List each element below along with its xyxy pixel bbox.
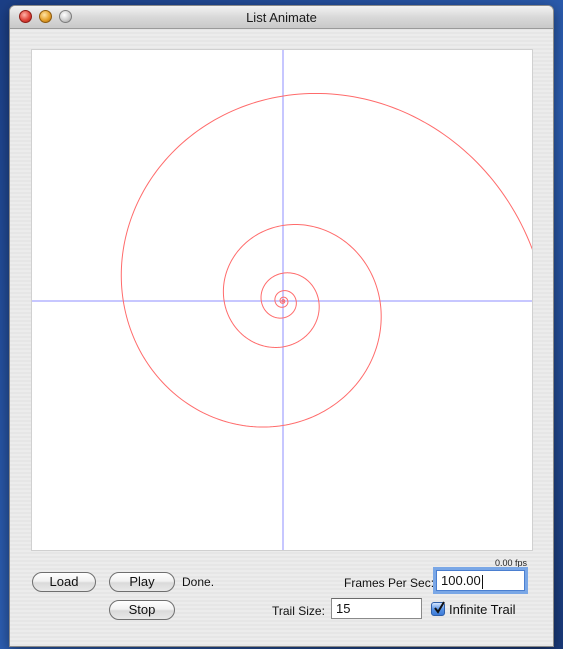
text-caret bbox=[481, 574, 483, 589]
infinite-trail-checkbox[interactable] bbox=[431, 601, 445, 616]
stop-button[interactable]: Stop bbox=[109, 600, 175, 620]
play-button[interactable]: Play bbox=[109, 572, 175, 592]
trail-size-label: Trail Size: bbox=[272, 604, 325, 618]
frames-per-sec-field[interactable]: 100.00 bbox=[436, 570, 525, 591]
checkmark-icon bbox=[434, 601, 445, 614]
load-button[interactable]: Load bbox=[32, 572, 96, 592]
animation-canvas bbox=[31, 49, 533, 551]
title-bar[interactable]: List Animate bbox=[10, 6, 553, 29]
app-window: List Animate 0.00 fps Load Play Done. St… bbox=[9, 5, 554, 647]
spiral-plot bbox=[32, 50, 532, 550]
infinite-trail-label: Infinite Trail bbox=[449, 602, 516, 617]
frames-per-sec-value: 100.00 bbox=[441, 573, 481, 588]
fps-readout: 0.00 fps bbox=[494, 558, 527, 568]
frames-per-sec-label: Frames Per Sec: bbox=[344, 576, 435, 590]
status-text: Done. bbox=[182, 575, 215, 589]
spiral-trail-path bbox=[120, 92, 532, 428]
trail-size-field[interactable]: 15 bbox=[331, 598, 422, 619]
window-title: List Animate bbox=[246, 10, 317, 25]
